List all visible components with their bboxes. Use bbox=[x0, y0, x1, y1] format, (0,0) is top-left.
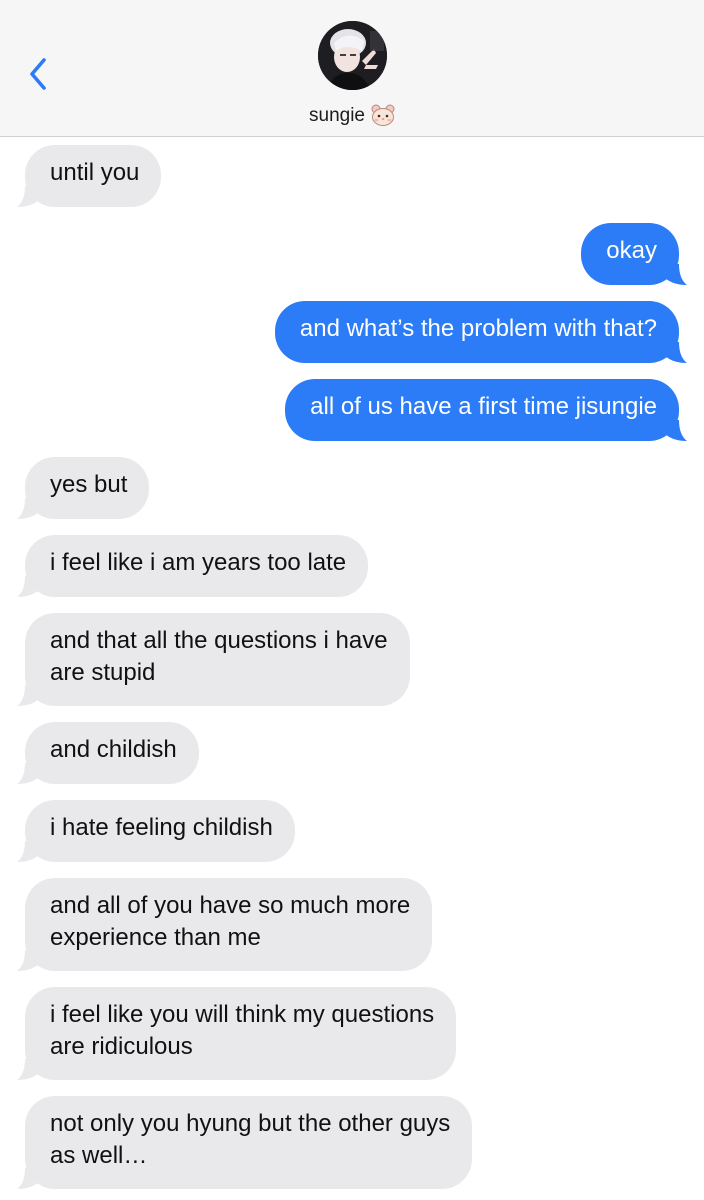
bubble-tail bbox=[17, 763, 39, 784]
bubble-tail bbox=[665, 264, 687, 285]
message-bubble-incoming[interactable]: i feel like you will think my questions … bbox=[17, 987, 457, 1080]
message-text-line: as well… bbox=[50, 1142, 148, 1169]
bubble-tail bbox=[17, 498, 39, 519]
message-bubble-incoming[interactable]: yes but bbox=[17, 457, 150, 519]
message-text-line: are stupid bbox=[50, 659, 156, 686]
conversation-header: sungie bbox=[0, 0, 704, 137]
bubble-tail bbox=[17, 576, 39, 597]
chevron-left-icon bbox=[30, 58, 46, 90]
message-text: i hate feeling childish bbox=[50, 814, 273, 841]
message-text-line: are ridiculous bbox=[50, 1033, 193, 1060]
message-text: okay bbox=[606, 237, 657, 264]
message-text-line: not only you hyung but the other guys bbox=[50, 1110, 451, 1137]
message-bubble-incoming[interactable]: i feel like i am years too late bbox=[17, 535, 369, 597]
message-text: and what’s the problem with that? bbox=[299, 315, 657, 342]
message-bubble-incoming[interactable]: and all of you have so much more experie… bbox=[17, 878, 433, 971]
bubble-tail bbox=[665, 342, 687, 363]
hamster-face-icon bbox=[371, 104, 395, 126]
bubble-tail bbox=[17, 186, 39, 207]
bubble-tail bbox=[17, 950, 39, 971]
message-bubble-outgoing[interactable]: okay bbox=[581, 223, 687, 285]
message-text-line: and that all the questions i have bbox=[50, 627, 388, 654]
message-text: yes but bbox=[50, 471, 128, 498]
bubble-tail bbox=[17, 685, 39, 706]
message-text-line: and all of you have so much more bbox=[50, 892, 411, 919]
message-text: and childish bbox=[50, 736, 177, 763]
message-text: all of us have a first time jisungie bbox=[310, 393, 657, 420]
message-text: i feel like i am years too late bbox=[50, 549, 347, 576]
bubble-tail bbox=[17, 1168, 39, 1189]
message-bubble-incoming[interactable]: and that all the questions i have are st… bbox=[17, 613, 410, 706]
message-bubble-incoming[interactable]: not only you hyung but the other guys as… bbox=[17, 1096, 473, 1189]
message-bubble-incoming[interactable]: until you bbox=[17, 145, 162, 207]
message-thread[interactable]: until you okay and what’s the problem wi… bbox=[0, 137, 704, 1200]
message-bubble-incoming[interactable]: and childish bbox=[17, 722, 199, 784]
back-button[interactable] bbox=[22, 52, 62, 96]
message-bubble-incoming[interactable]: i hate feeling childish bbox=[17, 800, 295, 862]
contact-name[interactable]: sungie bbox=[0, 104, 704, 127]
bubble-tail bbox=[17, 841, 39, 862]
avatar[interactable] bbox=[318, 21, 387, 90]
bubble-tail bbox=[17, 1059, 39, 1080]
message-text: until you bbox=[50, 159, 140, 186]
message-bubble-outgoing[interactable]: and what’s the problem with that? bbox=[274, 301, 687, 363]
bubble-tail bbox=[665, 420, 687, 441]
message-text-line: experience than me bbox=[50, 924, 261, 951]
message-text-line: i feel like you will think my questions bbox=[50, 1001, 435, 1028]
message-bubble-outgoing[interactable]: all of us have a first time jisungie bbox=[285, 379, 687, 441]
contact-name-text: sungie bbox=[309, 105, 365, 126]
